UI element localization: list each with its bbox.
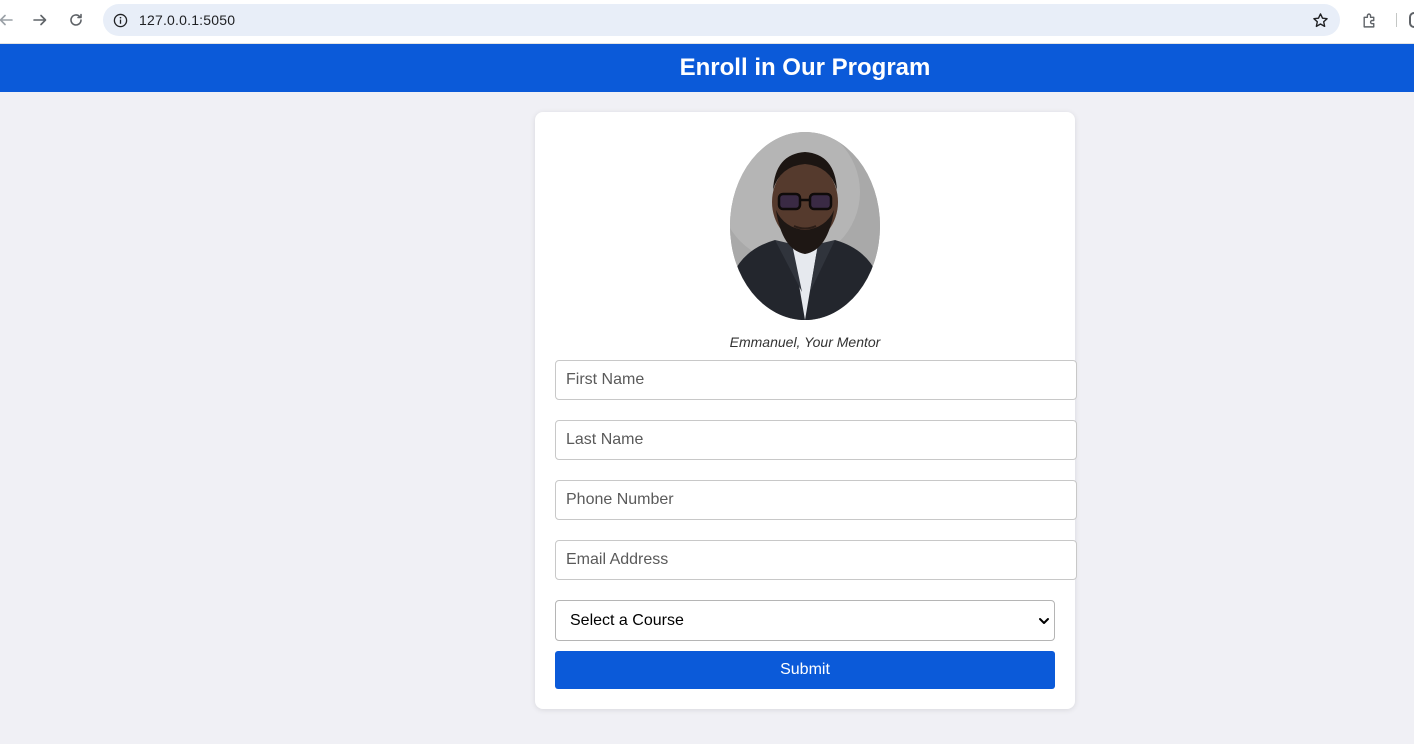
phone-number-input[interactable] xyxy=(555,480,1077,520)
course-select[interactable]: Select a Course xyxy=(555,600,1055,641)
address-bar[interactable]: 127.0.0.1:5050 xyxy=(103,4,1340,36)
toolbar-divider xyxy=(1396,13,1397,27)
mentor-photo xyxy=(730,132,880,320)
page-header: Enroll in Our Program xyxy=(0,44,1414,92)
info-icon[interactable] xyxy=(111,11,129,29)
first-name-input[interactable] xyxy=(555,360,1077,400)
browser-toolbar: 127.0.0.1:5050 xyxy=(0,0,1414,44)
page-title: Enroll in Our Program xyxy=(679,54,931,81)
last-name-input[interactable] xyxy=(555,420,1077,460)
course-select-value: Select a Course xyxy=(570,612,684,629)
back-arrow-icon[interactable] xyxy=(0,10,16,30)
star-icon[interactable] xyxy=(1310,10,1330,30)
puzzle-icon[interactable] xyxy=(1359,10,1379,30)
profile-icon[interactable] xyxy=(1409,12,1414,28)
url-text[interactable]: 127.0.0.1:5050 xyxy=(139,12,235,28)
forward-arrow-icon[interactable] xyxy=(30,10,50,30)
enrollment-card: Emmanuel, Your Mentor Select a Course Su… xyxy=(535,112,1077,709)
reload-icon[interactable] xyxy=(66,10,86,30)
chevron-down-icon xyxy=(1038,615,1050,627)
email-address-input[interactable] xyxy=(555,540,1077,580)
mentor-photo-illustration xyxy=(730,132,880,320)
submit-button[interactable]: Submit xyxy=(555,651,1055,689)
mentor-caption: Emmanuel, Your Mentor xyxy=(729,334,881,350)
